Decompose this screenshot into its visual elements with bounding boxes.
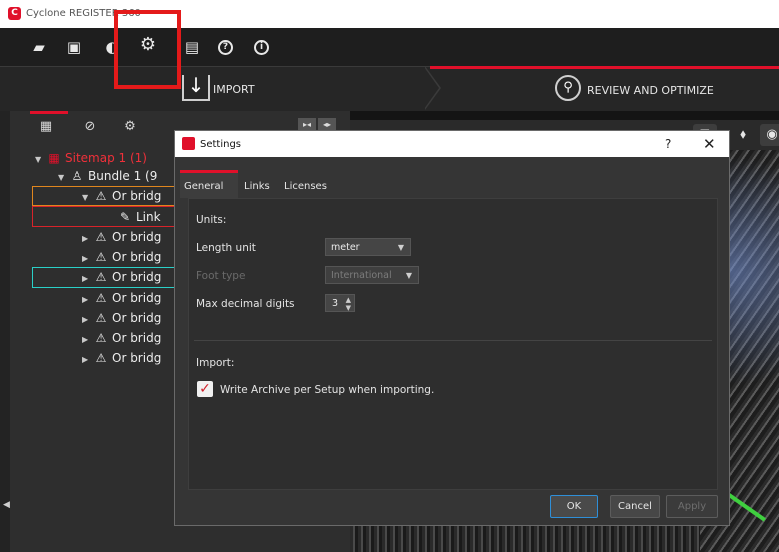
setup-icon: ⚠: [95, 230, 107, 244]
tree-setup-item[interactable]: ▶ ⚠ Or bridg: [82, 227, 161, 247]
tab-links[interactable]: Links: [244, 181, 270, 192]
point-cloud-ground: [350, 525, 700, 552]
tab-licenses[interactable]: Licenses: [284, 181, 327, 192]
max-decimal-label: Max decimal digits: [196, 298, 295, 310]
collapsed-arrow-icon[interactable]: ▶: [82, 290, 94, 310]
spinner-arrows-icon[interactable]: ▲ ▼: [346, 296, 351, 312]
expand-arrow-icon[interactable]: ▼: [58, 168, 70, 188]
camera-icon[interactable]: ◉: [760, 124, 779, 146]
document-icon[interactable]: ▤: [183, 38, 201, 56]
dialog-logo-icon: [182, 137, 195, 150]
link-icon: ✎: [119, 210, 131, 224]
setup-label: Or bridg: [112, 331, 162, 345]
ok-button[interactable]: OK: [550, 495, 598, 518]
tree-setup-item[interactable]: ▶ ⚠ Or bridg: [82, 328, 161, 348]
setup-icon: ⚠: [95, 331, 107, 345]
setup-icon: ⚠: [95, 351, 107, 365]
collapsed-arrow-icon[interactable]: ▶: [82, 269, 94, 289]
tree-setup-item[interactable]: ▼ ⚠ Or bridg: [82, 186, 161, 206]
bundle-icon: ♙: [71, 169, 83, 183]
tree-tab-icon[interactable]: ▦: [36, 118, 56, 136]
dialog-title-bar: [175, 131, 729, 157]
bundle-label: Bundle 1 (9: [88, 169, 158, 183]
dialog-close-button[interactable]: ✕: [703, 135, 716, 153]
dialog-title: Settings: [200, 139, 242, 150]
step-chevron-inner: [424, 67, 439, 109]
folder-open-icon[interactable]: ▰: [30, 38, 48, 56]
setup-label: Or bridg: [112, 270, 162, 284]
sitemap-label: Sitemap 1 (1): [65, 151, 147, 165]
archive-icon[interactable]: ▣: [65, 38, 83, 56]
write-archive-checkbox[interactable]: ✓: [197, 381, 213, 397]
left-collapse-bar[interactable]: [0, 111, 10, 552]
tree-setup-item[interactable]: ▶ ⚠ Or bridg: [82, 288, 161, 308]
tag-icon[interactable]: ⬧: [731, 124, 755, 146]
review-step-label[interactable]: REVIEW AND OPTIMIZE: [587, 84, 714, 97]
units-header: Units:: [196, 214, 227, 226]
setup-icon: ⚠: [95, 270, 107, 284]
setup-label: Or bridg: [112, 189, 162, 203]
section-divider: [194, 340, 712, 341]
setup-label: Or bridg: [112, 250, 162, 264]
collapsed-arrow-icon[interactable]: ▶: [82, 350, 94, 370]
collapse-left-icon[interactable]: ◀: [3, 500, 10, 510]
settings-highlight-box: [114, 10, 181, 89]
max-decimal-spinbox[interactable]: 3 ▲ ▼: [325, 294, 355, 312]
foot-type-select: International ▼: [325, 266, 419, 284]
collapsed-arrow-icon[interactable]: ▶: [82, 229, 94, 249]
foot-type-value: International: [331, 270, 392, 281]
dropdown-arrow-icon: ▼: [405, 271, 412, 280]
collapsed-arrow-icon[interactable]: ▶: [82, 330, 94, 350]
length-unit-select[interactable]: meter ▼: [325, 238, 411, 256]
apply-button[interactable]: Apply: [666, 495, 718, 518]
help-icon[interactable]: ?: [218, 40, 233, 55]
tab-general-label[interactable]: General: [184, 181, 223, 192]
expand-arrow-icon[interactable]: ▼: [82, 188, 94, 208]
max-decimal-value: 3: [332, 298, 339, 309]
collapsed-arrow-icon[interactable]: ▶: [82, 249, 94, 269]
app-logo-icon: C: [8, 7, 21, 20]
write-archive-label[interactable]: Write Archive per Setup when importing.: [220, 384, 434, 396]
setup-label: Or bridg: [112, 311, 162, 325]
tree-link-item[interactable]: ✎ Link: [118, 207, 161, 227]
setup-icon: ⚠: [95, 250, 107, 264]
length-unit-label: Length unit: [196, 242, 256, 254]
dialog-help-button[interactable]: ?: [665, 137, 671, 151]
foot-type-label: Foot type: [196, 270, 246, 282]
tree-setup-item[interactable]: ▶ ⚠ Or bridg: [82, 267, 161, 287]
tree-setup-item[interactable]: ▶ ⚠ Or bridg: [82, 348, 161, 368]
collapsed-arrow-icon[interactable]: ▶: [82, 310, 94, 330]
setup-icon: ⚠: [95, 189, 107, 203]
tree-sitemap[interactable]: ▼ ▦ Sitemap 1 (1): [35, 148, 147, 168]
info-icon[interactable]: i: [254, 40, 269, 55]
active-step-indicator: [430, 66, 779, 69]
setup-label: Or bridg: [112, 351, 162, 365]
import-header: Import:: [196, 357, 235, 369]
link-label: Link: [136, 210, 161, 224]
setup-label: Or bridg: [112, 230, 162, 244]
link-tab-icon[interactable]: ⊘: [80, 118, 100, 136]
expand-arrow-icon[interactable]: ▼: [35, 150, 47, 170]
length-unit-value: meter: [331, 242, 360, 253]
setup-icon: ⚠: [95, 311, 107, 325]
import-step-label[interactable]: IMPORT: [213, 83, 255, 96]
sitemap-icon: ▦: [48, 151, 60, 165]
import-icon[interactable]: ↓: [182, 75, 210, 101]
tree-setup-item[interactable]: ▶ ⚠ Or bridg: [82, 247, 161, 267]
settings-tab-icon[interactable]: ⚙: [120, 118, 140, 136]
review-icon[interactable]: ⚲: [555, 75, 581, 101]
setup-icon: ⚠: [95, 291, 107, 305]
active-tab-indicator: [30, 111, 68, 114]
tree-setup-item[interactable]: ▶ ⚠ Or bridg: [82, 308, 161, 328]
setup-label: Or bridg: [112, 291, 162, 305]
cancel-button[interactable]: Cancel: [610, 495, 660, 518]
tree-bundle[interactable]: ▼ ♙ Bundle 1 (9: [58, 166, 157, 186]
dropdown-arrow-icon: ▼: [397, 243, 404, 252]
general-settings-panel: [188, 198, 718, 490]
